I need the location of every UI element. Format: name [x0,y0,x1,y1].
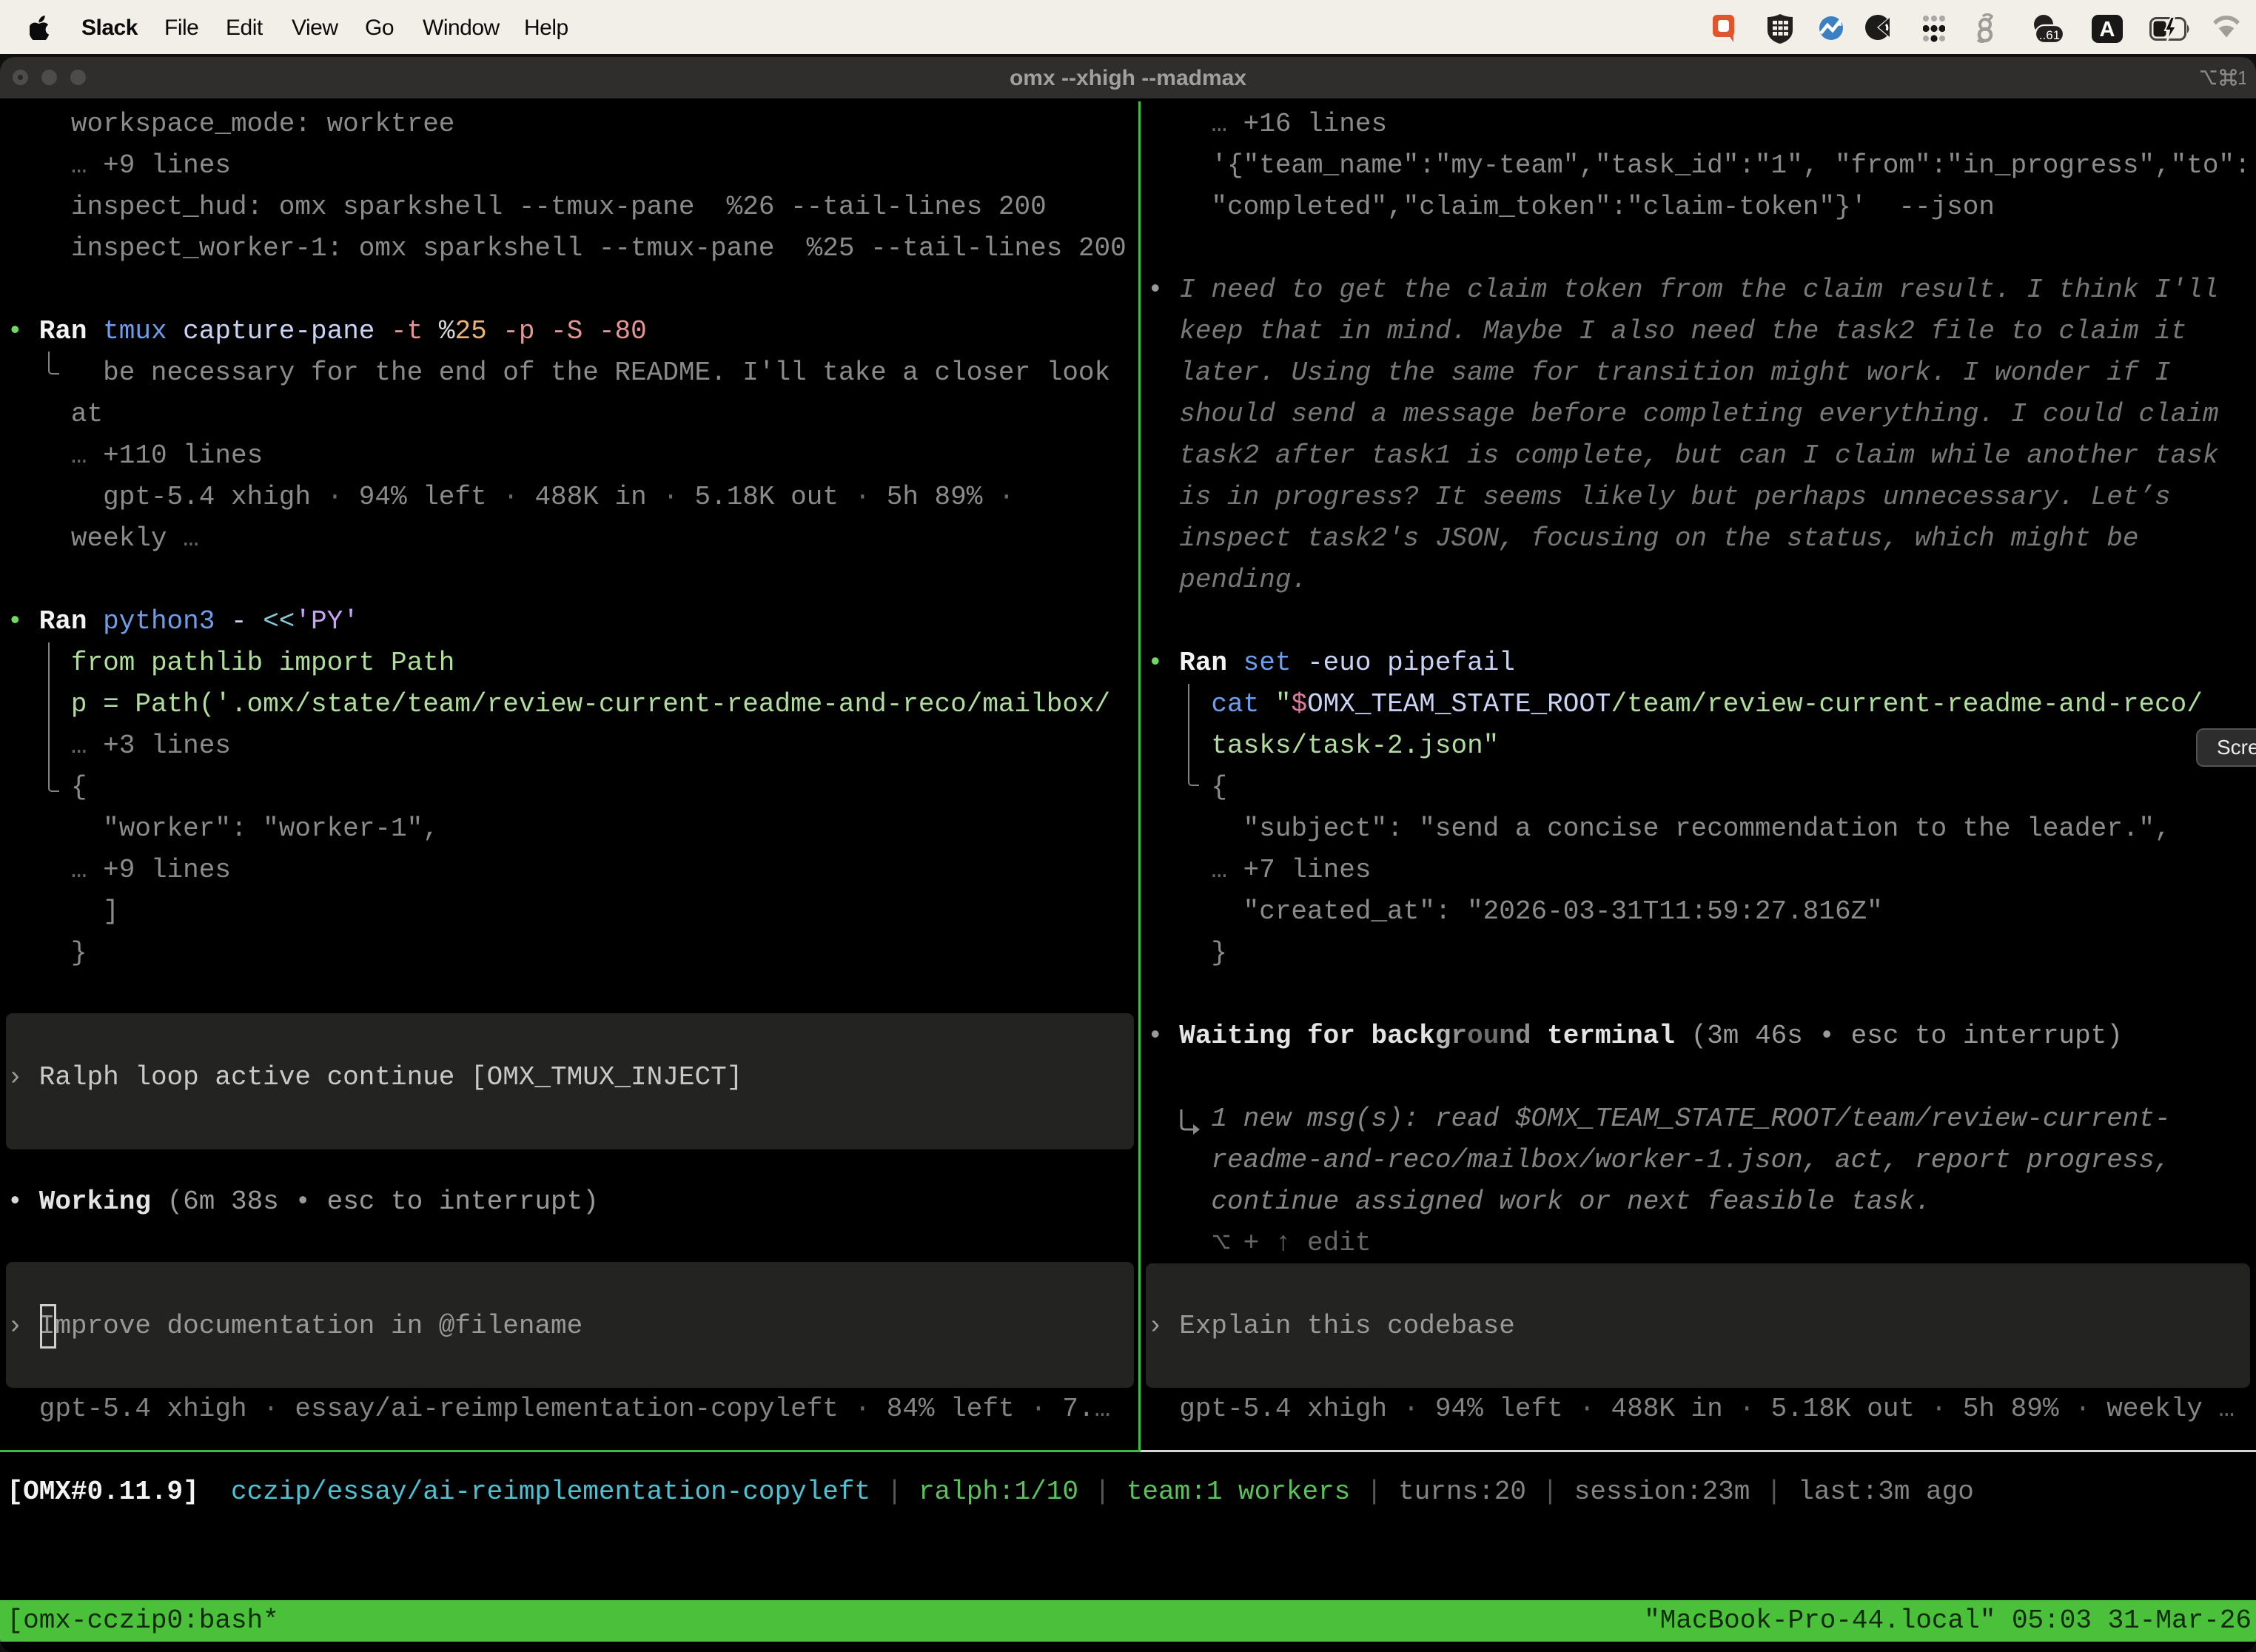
svg-text:..61: ..61 [2039,28,2060,42]
svg-text:1: 1 [2237,67,2246,88]
